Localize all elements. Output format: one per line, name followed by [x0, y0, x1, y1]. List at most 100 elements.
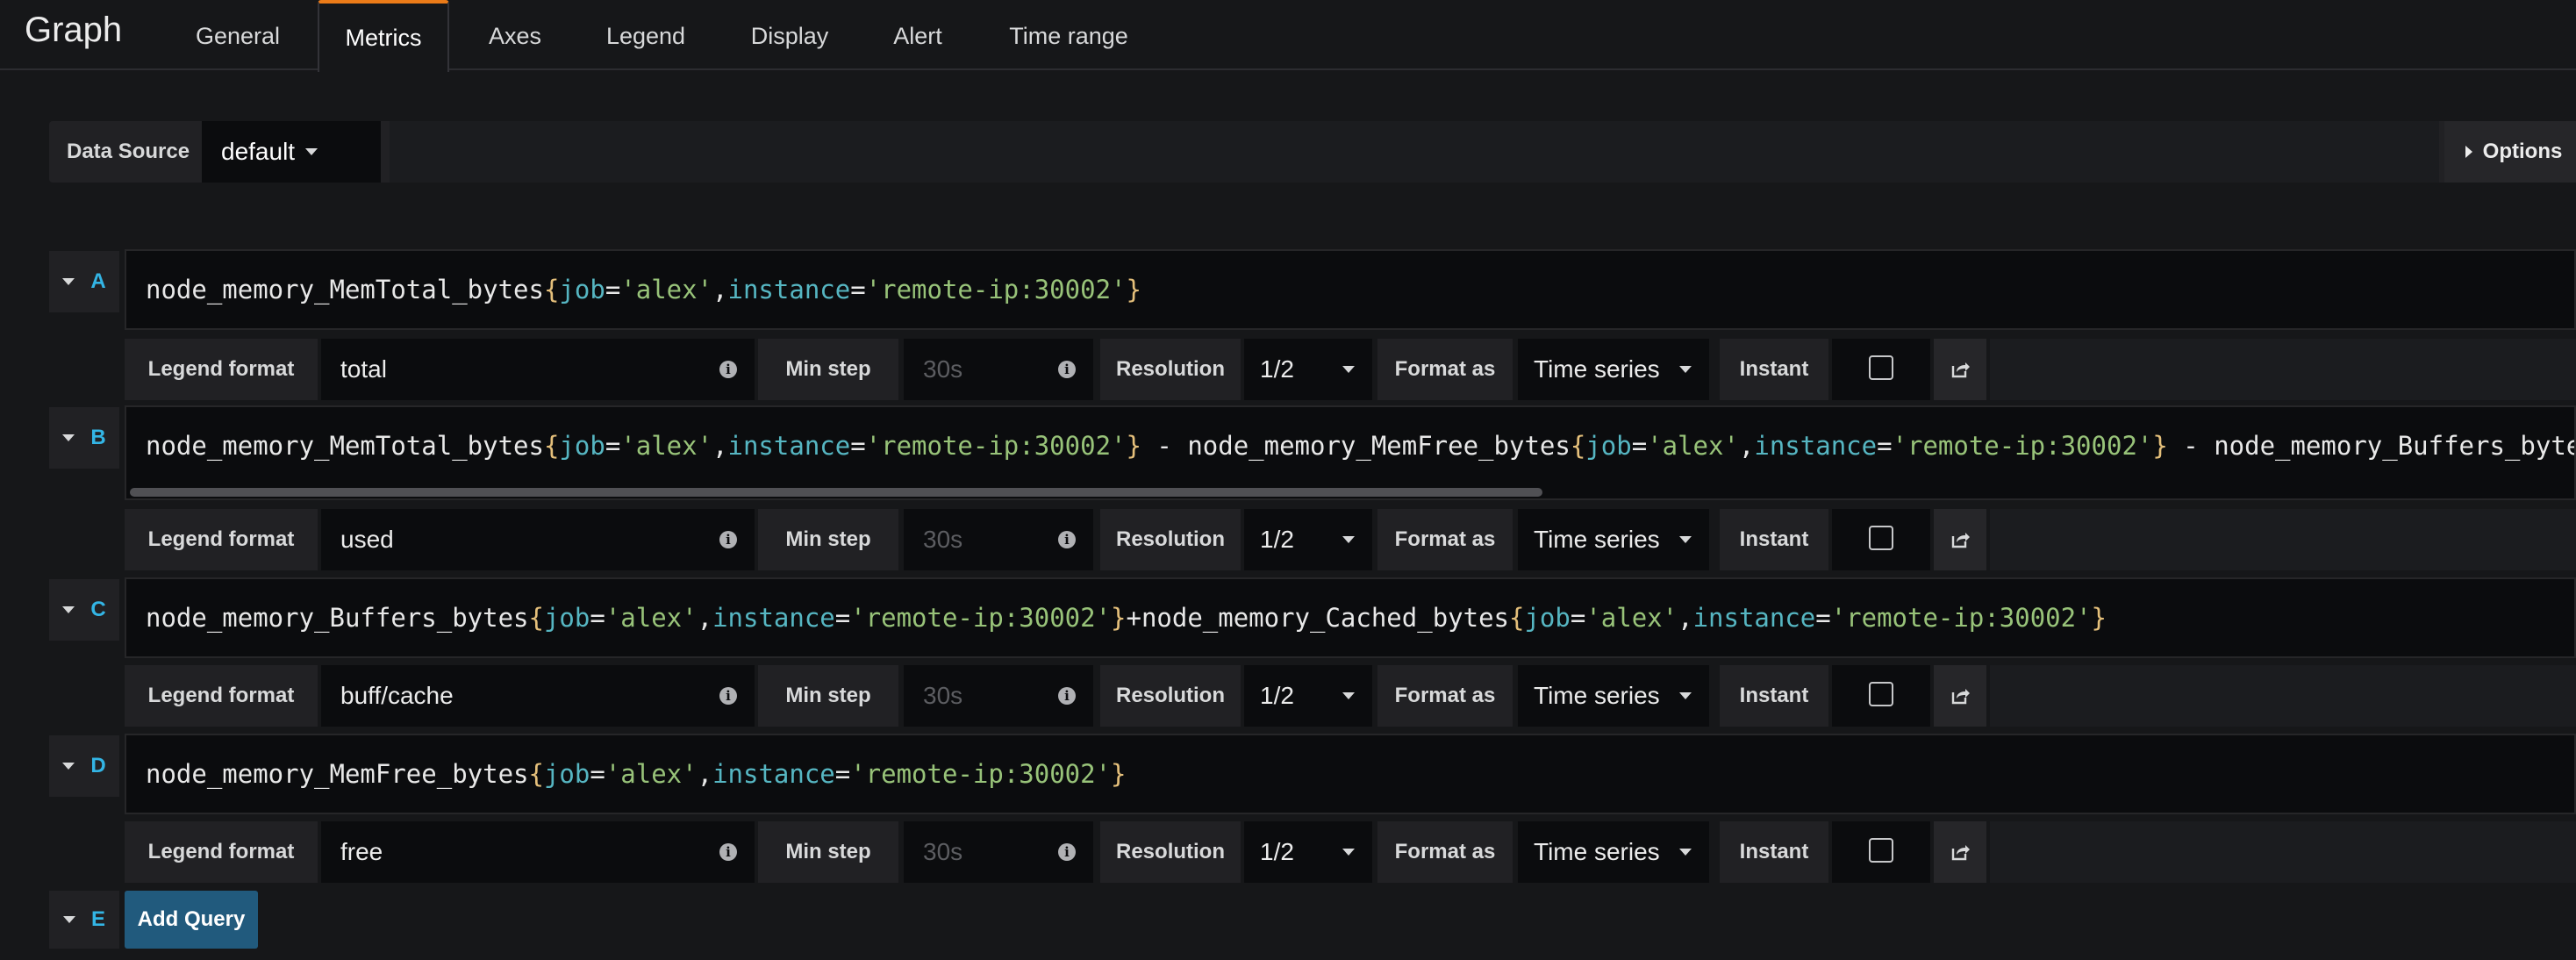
tab-general[interactable]: General: [172, 0, 304, 72]
format-as-select[interactable]: Time series: [1518, 509, 1709, 570]
caret-right-icon: [2465, 146, 2472, 158]
chevron-down-icon: [62, 606, 75, 613]
query-expression-editor[interactable]: node_memory_MemFree_bytes{job ='alex', ins…: [125, 734, 2576, 814]
legend-format-input[interactable]: used i: [321, 509, 755, 570]
resolution-select[interactable]: 1/2: [1244, 339, 1372, 400]
tab-legend[interactable]: Legend: [584, 0, 707, 72]
min-step-placeholder: 30s: [923, 682, 963, 709]
query-ref-id: A: [90, 269, 106, 293]
resolution-label: Resolution: [1100, 339, 1241, 400]
min-step-label: Min step: [758, 665, 898, 727]
query-options-row: Legend format used i Min step 30s i Reso…: [125, 509, 2576, 570]
chevron-down-icon: [1342, 366, 1355, 373]
legend-format-label: Legend format: [125, 509, 318, 570]
min-step-input[interactable]: 30s i: [904, 665, 1093, 727]
format-as-select[interactable]: Time series: [1518, 339, 1709, 400]
query-ref-id: C: [90, 598, 106, 621]
chevron-down-icon: [62, 278, 75, 285]
resolution-label: Resolution: [1100, 509, 1241, 570]
instant-checkbox[interactable]: [1832, 509, 1930, 570]
tab-axes[interactable]: Axes: [463, 0, 567, 72]
datasource-bar: Data Source default Options: [49, 121, 2576, 183]
min-step-input[interactable]: 30s i: [904, 509, 1093, 570]
query-link-button[interactable]: [1934, 821, 1986, 883]
query-row-toggle-a[interactable]: A: [49, 251, 119, 312]
resolution-select[interactable]: 1/2: [1244, 665, 1372, 727]
panel-editor-header: Graph General Metrics Axes Legend Displa…: [0, 0, 2576, 72]
format-as-label: Format as: [1377, 821, 1513, 883]
instant-label: Instant: [1720, 339, 1828, 400]
query-row-toggle-c[interactable]: C: [49, 579, 119, 641]
chevron-down-icon: [305, 148, 318, 155]
chevron-down-icon: [1679, 692, 1692, 699]
instant-label: Instant: [1720, 509, 1828, 570]
legend-format-value: total: [340, 355, 387, 383]
format-as-label: Format as: [1377, 509, 1513, 570]
options-toggle-button[interactable]: Options: [2444, 121, 2576, 183]
query-row-toggle-b[interactable]: B: [49, 407, 119, 469]
add-query-button[interactable]: Add Query: [125, 891, 258, 949]
query-options-row: Legend format total i Min step 30s i Res…: [125, 339, 2576, 400]
query-ref-id: B: [90, 426, 106, 449]
resolution-value: 1/2: [1260, 682, 1294, 709]
tab-metrics[interactable]: Metrics: [318, 0, 449, 72]
query-options-row: Legend format free i Min step 30s i Reso…: [125, 821, 2576, 883]
chevron-down-icon: [62, 916, 75, 923]
legend-format-label: Legend format: [125, 821, 318, 883]
horizontal-scrollbar[interactable]: [130, 488, 1542, 497]
format-as-label: Format as: [1377, 665, 1513, 727]
query-row-toggle-d[interactable]: D: [49, 735, 119, 797]
instant-checkbox[interactable]: [1832, 339, 1930, 400]
query-expression-editor[interactable]: node_memory_MemTotal_bytes{job ='alex', in…: [125, 405, 2576, 500]
min-step-input[interactable]: 30s i: [904, 821, 1093, 883]
format-as-select[interactable]: Time series: [1518, 821, 1709, 883]
query-link-button[interactable]: [1934, 509, 1986, 570]
resolution-label: Resolution: [1100, 665, 1241, 727]
format-as-value: Time series: [1534, 682, 1660, 709]
info-icon: i: [1058, 531, 1076, 548]
resolution-select[interactable]: 1/2: [1244, 509, 1372, 570]
query-row-toggle-e[interactable]: E: [49, 891, 119, 949]
min-step-input[interactable]: 30s i: [904, 339, 1093, 400]
datasource-value: default: [221, 138, 296, 165]
tab-alert[interactable]: Alert: [874, 0, 962, 72]
legend-format-input[interactable]: buff/cache i: [321, 665, 755, 727]
info-icon: i: [719, 361, 737, 378]
query-options-row: Legend format buff/cache i Min step 30s …: [125, 665, 2576, 727]
query-expression-editor[interactable]: node_memory_Buffers_bytes{job ='alex', ins…: [125, 577, 2576, 658]
legend-format-value: buff/cache: [340, 682, 454, 709]
legend-format-input[interactable]: total i: [321, 339, 755, 400]
instant-checkbox[interactable]: [1832, 665, 1930, 727]
chevron-down-icon: [1342, 536, 1355, 543]
datasource-select[interactable]: default: [202, 121, 381, 183]
checkbox-box: [1869, 526, 1893, 550]
legend-format-input[interactable]: free i: [321, 821, 755, 883]
format-as-value: Time series: [1534, 526, 1660, 553]
info-icon: i: [1058, 843, 1076, 861]
share-icon: [1950, 359, 1971, 380]
min-step-placeholder: 30s: [923, 838, 963, 865]
resolution-label: Resolution: [1100, 821, 1241, 883]
resolution-value: 1/2: [1260, 526, 1294, 553]
resolution-select[interactable]: 1/2: [1244, 821, 1372, 883]
tab-display[interactable]: Display: [728, 0, 851, 72]
min-step-placeholder: 30s: [923, 355, 963, 383]
chevron-down-icon: [62, 763, 75, 770]
min-step-label: Min step: [758, 509, 898, 570]
info-icon: i: [719, 687, 737, 705]
options-row-spacer: [1990, 665, 2576, 727]
format-as-select[interactable]: Time series: [1518, 665, 1709, 727]
query-expression-editor[interactable]: node_memory_MemTotal_bytes{job ='alex', in…: [125, 249, 2576, 330]
query-link-button[interactable]: [1934, 339, 1986, 400]
query-link-button[interactable]: [1934, 665, 1986, 727]
legend-format-value: used: [340, 526, 394, 553]
info-icon: i: [719, 531, 737, 548]
chevron-down-icon: [1679, 849, 1692, 856]
tab-time-range[interactable]: Time range: [995, 0, 1142, 72]
checkbox-box: [1869, 682, 1893, 706]
resolution-value: 1/2: [1260, 355, 1294, 383]
share-icon: [1950, 685, 1971, 706]
min-step-placeholder: 30s: [923, 526, 963, 553]
instant-checkbox[interactable]: [1832, 821, 1930, 883]
info-icon: i: [1058, 687, 1076, 705]
